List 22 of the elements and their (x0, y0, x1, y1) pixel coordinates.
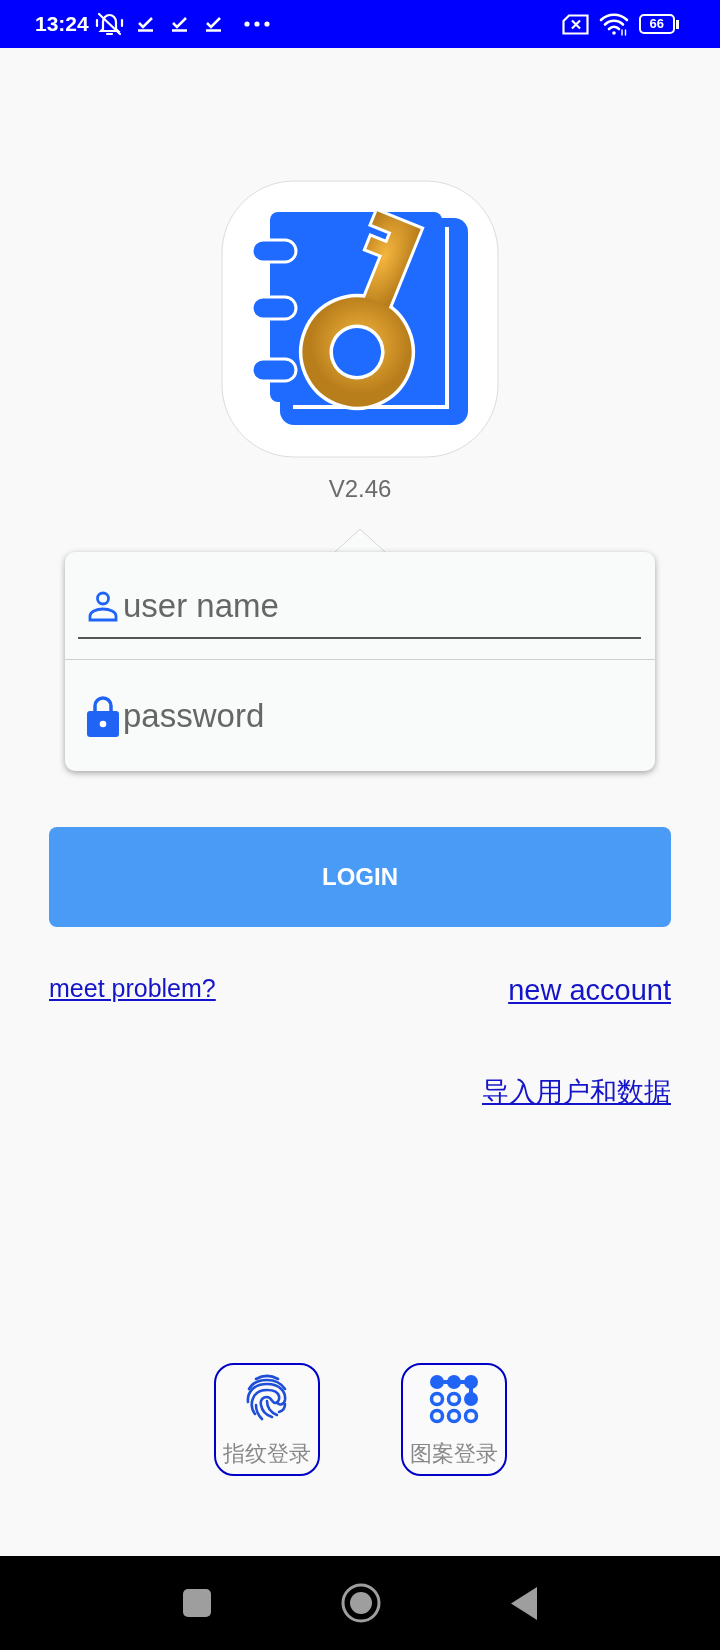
wifi-icon (598, 12, 629, 36)
home-button[interactable] (341, 1583, 381, 1623)
back-button[interactable] (511, 1586, 537, 1620)
battery-indicator: 66 (638, 14, 679, 34)
pattern-grid-icon (428, 1374, 479, 1424)
sim-card-x-icon (561, 13, 589, 35)
meet-problem-link[interactable]: meet problem? (49, 973, 216, 1003)
lock-icon (87, 694, 119, 737)
check-icon (170, 16, 188, 32)
check-icon (204, 16, 222, 32)
password-field[interactable]: password (123, 696, 641, 735)
version-label: V2.46 (328, 474, 392, 504)
check-icon (136, 16, 154, 32)
more-icon (243, 21, 270, 27)
import-data-link[interactable]: 导入用户和数据 (482, 1076, 671, 1109)
new-account-link[interactable]: new account (508, 973, 671, 1008)
person-icon (87, 589, 119, 622)
bell-off-icon (94, 11, 124, 37)
username-field[interactable]: user name (123, 586, 641, 625)
recents-button[interactable] (183, 1589, 211, 1617)
notebook-key-icon (221, 180, 499, 458)
status-time: 13:24 (35, 12, 89, 36)
